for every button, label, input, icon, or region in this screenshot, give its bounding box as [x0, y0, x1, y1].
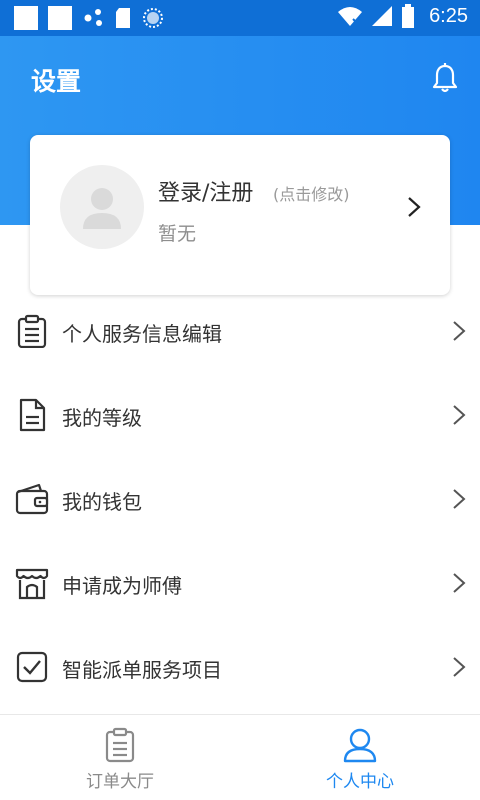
chevron-right-icon: [453, 573, 466, 593]
person-icon: [343, 728, 377, 763]
bottom-tab-bar: 订单大厅 个人中心: [0, 714, 480, 800]
clipboard-icon: [105, 727, 135, 763]
clipboard-icon: [17, 314, 47, 348]
chevron-right-icon: [453, 321, 466, 341]
document-icon: [19, 398, 46, 432]
notification-square-icon: [48, 6, 72, 30]
profile-card[interactable]: 登录/注册 (点击修改) 暂无: [30, 135, 450, 295]
menu-item-label: 我的等级: [62, 406, 142, 430]
menu-item-my-wallet[interactable]: 我的钱包: [0, 462, 480, 546]
menu-item-apply-master[interactable]: 申请成为师傅: [0, 546, 480, 630]
chevron-right-icon: [453, 405, 466, 425]
menu-item-dispatch-service[interactable]: 智能派单服务项目: [0, 630, 480, 714]
bell-icon[interactable]: [430, 62, 460, 94]
login-register-label[interactable]: 登录/注册: [158, 175, 253, 207]
chevron-right-icon: [453, 657, 466, 677]
tab-personal-center[interactable]: 个人中心: [240, 715, 480, 800]
profile-subtitle: 暂无: [158, 223, 197, 245]
wifi-icon: [338, 7, 363, 26]
tab-label: 订单大厅: [86, 772, 154, 792]
menu-item-label: 申请成为师傅: [62, 574, 182, 598]
battery-icon: [402, 4, 415, 28]
status-bar: 6:25: [0, 0, 480, 36]
checkbox-icon: [16, 651, 48, 683]
menu-item-label: 我的钱包: [62, 490, 142, 514]
page-title: 设置: [31, 67, 82, 96]
avatar[interactable]: [60, 165, 144, 249]
sd-card-icon: [116, 8, 130, 28]
status-right-icons: 6:25: [337, 4, 468, 28]
tab-order-hall[interactable]: 订单大厅: [0, 715, 240, 800]
menu-item-label: 个人服务信息编辑: [62, 322, 222, 346]
tab-label: 个人中心: [326, 772, 394, 792]
status-left-icons: [14, 6, 164, 30]
shop-icon: [15, 568, 49, 600]
menu-item-my-level[interactable]: 我的等级: [0, 378, 480, 462]
notification-square-icon: [14, 6, 38, 30]
loading-circle-icon: [143, 8, 163, 28]
status-time: 6:25: [429, 4, 468, 27]
menu-item-label: 智能派单服务项目: [62, 658, 222, 682]
wallet-icon: [15, 483, 49, 515]
signal-icon: [372, 6, 393, 26]
chevron-right-icon: [408, 197, 421, 217]
menu-item-service-info[interactable]: 个人服务信息编辑: [0, 294, 480, 378]
chevron-right-icon: [453, 489, 466, 509]
default-user-icon: [83, 188, 121, 229]
edit-hint: (点击修改): [273, 185, 350, 204]
share-dots-icon: [84, 9, 102, 26]
